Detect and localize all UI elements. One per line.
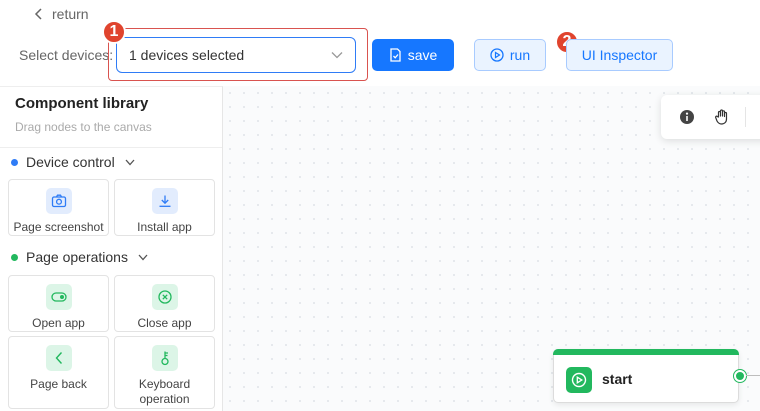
return-label: return: [52, 6, 89, 22]
icon-wrap: [151, 284, 178, 310]
library-subtitle: Drag nodes to the canvas: [15, 120, 152, 134]
ui-inspector-label: UI Inspector: [581, 47, 658, 63]
info-icon[interactable]: [678, 108, 696, 126]
chevron-down-icon: [125, 159, 135, 165]
run-button[interactable]: run: [474, 39, 546, 71]
run-label: run: [509, 47, 531, 63]
component-keyboard-operation[interactable]: Keyboard operation: [114, 336, 215, 409]
start-node-output-port[interactable]: [734, 370, 746, 382]
annotation-badge-1: 1: [102, 20, 126, 44]
section-dot: [11, 253, 18, 261]
component-label: Close app: [137, 316, 192, 330]
start-node[interactable]: start: [553, 349, 739, 403]
start-node-header-bar: [553, 349, 739, 355]
canvas-toolbar: [661, 95, 760, 139]
start-node-icon-box: [566, 367, 592, 393]
section-page-operations[interactable]: Page operations: [11, 248, 148, 266]
top-bar: return Select devices: 1 devices selecte…: [0, 0, 760, 86]
device-select-value: 1 devices selected: [129, 47, 245, 63]
chevron-left-icon: [34, 8, 42, 20]
component-label: Open app: [32, 316, 85, 330]
component-label: Page back: [30, 377, 87, 391]
close-circle-icon: [157, 290, 172, 304]
save-label: save: [407, 47, 438, 63]
section-device-control[interactable]: Device control: [11, 153, 135, 171]
ui-inspector-button[interactable]: UI Inspector: [566, 39, 673, 71]
toolbar-separator: [745, 107, 746, 127]
chevron-left-icon: [55, 352, 62, 364]
return-link[interactable]: return: [34, 4, 89, 24]
icon-wrap: [151, 345, 178, 371]
component-label: Install app: [137, 220, 192, 234]
select-devices-label: Select devices:: [19, 47, 114, 63]
play-circle-icon: [571, 372, 587, 388]
chevron-down-icon: [331, 52, 343, 59]
start-node-title: start: [602, 371, 633, 387]
icon-wrap: [45, 284, 72, 310]
component-label: Page screenshot: [13, 220, 104, 234]
component-library-panel: Component library Drag nodes to the canv…: [0, 86, 223, 411]
download-icon: [159, 195, 170, 207]
icon-wrap: [151, 188, 178, 214]
play-circle-icon: [490, 48, 504, 62]
save-file-icon: [390, 48, 401, 62]
save-button[interactable]: save: [372, 39, 454, 71]
library-title: Component library: [15, 95, 149, 112]
component-install-app[interactable]: Install app: [114, 179, 215, 236]
section-label: Page operations: [26, 249, 128, 265]
component-open-app[interactable]: Open app: [8, 275, 109, 332]
camera-icon: [51, 194, 66, 208]
section-dot: [11, 158, 18, 166]
icon-wrap: [45, 345, 72, 371]
edge-stub: [746, 375, 760, 376]
key-icon: [160, 351, 169, 366]
hand-icon[interactable]: [713, 108, 731, 126]
divider: [0, 147, 222, 148]
component-close-app[interactable]: Close app: [114, 275, 215, 332]
icon-wrap: [45, 188, 72, 214]
device-select[interactable]: 1 devices selected: [116, 37, 356, 73]
section-label: Device control: [26, 154, 115, 170]
component-label: Keyboard operation: [138, 377, 191, 406]
chevron-down-icon: [138, 254, 148, 260]
component-page-back[interactable]: Page back: [8, 336, 109, 409]
toggle-icon: [50, 292, 67, 302]
component-page-screenshot[interactable]: Page screenshot: [8, 179, 109, 236]
